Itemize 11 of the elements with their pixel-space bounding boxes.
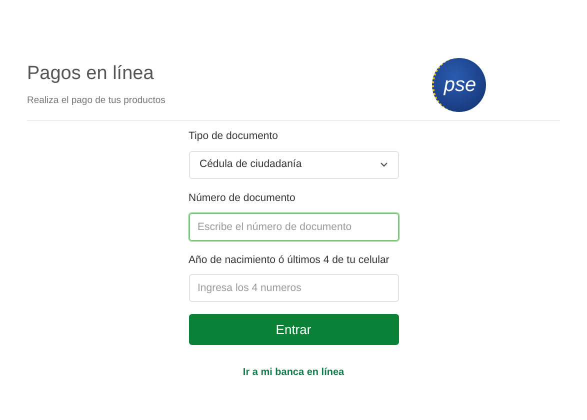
field-label: Año de nacimiento ó últimos 4 de tu celular — [188, 252, 390, 268]
pse-logo: pse — [432, 58, 486, 112]
chevron-down-icon — [380, 162, 388, 168]
page-subtitle: Realiza el pago de tus productos — [27, 94, 166, 108]
field-label: Número de documento — [188, 190, 296, 206]
submit-button[interactable]: Entrar — [188, 314, 398, 346]
input-field[interactable]: Escribe el número de documento — [188, 212, 398, 240]
field-label: Tipo de documento — [188, 129, 280, 144]
page-title: Pagos en línea — [27, 62, 155, 86]
document-type-select[interactable]: Cédula de ciudadanía — [188, 150, 398, 179]
online-banking-link[interactable]: Ir a mi banca en línea — [242, 365, 344, 380]
